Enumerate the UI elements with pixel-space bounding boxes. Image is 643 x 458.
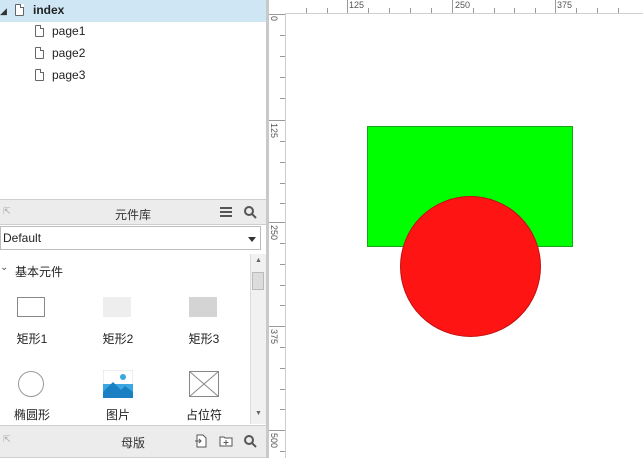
scroll-down-icon[interactable]: ▼	[255, 410, 262, 417]
library-panel-header: ⇱ 元件库	[0, 199, 266, 225]
design-canvas[interactable]	[286, 14, 643, 458]
chevron-down-icon: ⌄	[0, 262, 9, 273]
page-tree-item-page1[interactable]: page1	[0, 20, 266, 42]
masters-panel-header: ⇱ 母版	[0, 425, 266, 458]
page-tree-label: page3	[52, 68, 86, 82]
library-select-value: Default	[3, 231, 42, 245]
ruler-label: 125	[269, 123, 279, 139]
page-tree-label: page1	[52, 24, 86, 38]
red-circle-shape[interactable]	[400, 196, 541, 337]
page-file-icon	[15, 4, 24, 16]
ruler-label: 125	[349, 0, 365, 10]
widget-image[interactable]: 图片	[88, 366, 148, 426]
page-tree-item-page2[interactable]: page2	[0, 42, 266, 64]
left-pane: ◢ index page1 page2 page3 ⇱ 元件库 Default …	[0, 0, 266, 458]
placeholder-icon	[189, 371, 219, 397]
ruler-horizontal: 125 250 375	[269, 0, 643, 14]
ruler-label: 0	[269, 16, 279, 22]
section-header-basic[interactable]: ⌄ 基本元件	[0, 262, 240, 279]
library-scrollbar[interactable]: ▲ ▼	[250, 254, 266, 424]
page-tree-item-index[interactable]: ◢ index	[0, 0, 266, 22]
ruler-label: 375	[269, 329, 279, 345]
page-file-icon	[35, 25, 44, 37]
widget-ellipse[interactable]: 椭圆形	[2, 366, 62, 426]
chevron-down-icon	[248, 237, 256, 242]
page-tree-label: page2	[52, 46, 86, 60]
widget-label: 占位符	[185, 408, 222, 422]
ellipse-icon	[18, 371, 44, 397]
image-icon	[103, 370, 133, 398]
widget-rectangle2[interactable]: 矩形2	[88, 290, 148, 350]
section-title: 基本元件	[15, 265, 64, 279]
scrollbar-thumb[interactable]	[252, 272, 264, 290]
ruler-label: 375	[557, 0, 573, 10]
page-file-icon	[35, 69, 44, 81]
rectangle1-icon	[17, 297, 45, 317]
rectangle2-icon	[103, 297, 131, 317]
scroll-up-icon[interactable]: ▲	[255, 257, 262, 264]
widget-label: 矩形3	[188, 332, 220, 346]
widget-placeholder[interactable]: 占位符	[174, 366, 234, 426]
menu-icon[interactable]	[219, 205, 233, 219]
widget-label: 矩形2	[102, 332, 134, 346]
ruler-label: 250	[455, 0, 471, 10]
ruler-label: 250	[269, 225, 279, 241]
add-master-icon[interactable]	[194, 434, 208, 448]
widget-rectangle3[interactable]: 矩形3	[174, 290, 234, 350]
ruler-label: 500	[269, 433, 279, 449]
search-icon[interactable]	[243, 205, 257, 219]
collapse-arrow-icon[interactable]: ◢	[0, 6, 7, 17]
widget-rectangle1[interactable]: 矩形1	[2, 290, 62, 350]
page-tree-item-page3[interactable]: page3	[0, 64, 266, 86]
add-folder-icon[interactable]	[219, 434, 233, 448]
widget-label: 图片	[105, 408, 130, 422]
page-tree-label: index	[33, 3, 65, 17]
library-select[interactable]: Default	[0, 226, 261, 250]
widget-label: 矩形1	[16, 332, 48, 346]
page-file-icon	[35, 47, 44, 59]
rectangle3-icon	[189, 297, 217, 317]
widget-label: 椭圆形	[13, 408, 50, 422]
ruler-vertical: 0 125 250 375 500	[269, 13, 286, 458]
search-icon[interactable]	[243, 434, 257, 448]
